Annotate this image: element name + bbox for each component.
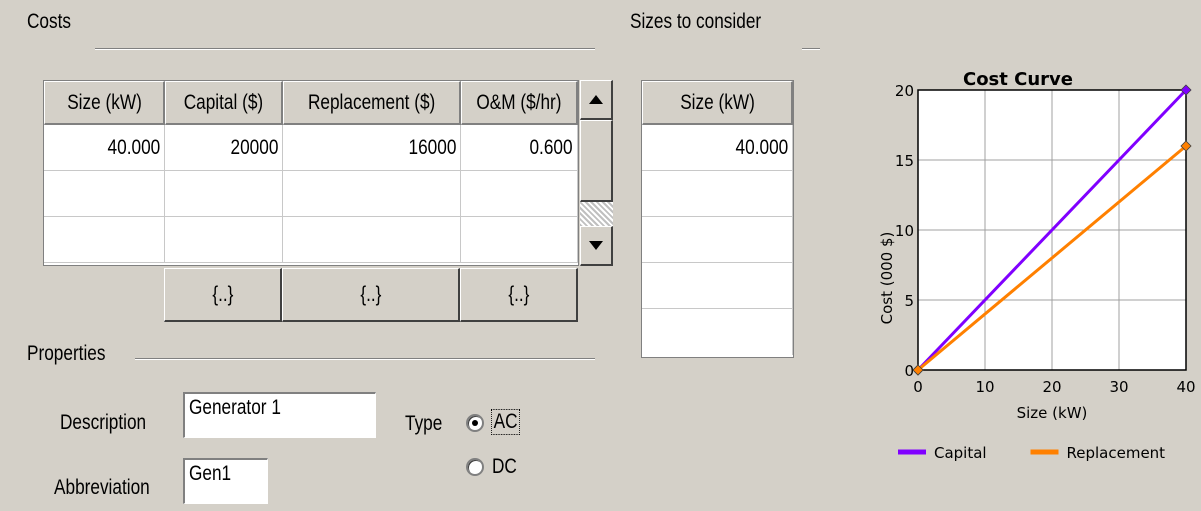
table-cell[interactable]: 0.600 xyxy=(461,125,578,171)
om-lookup-button[interactable]: {..} xyxy=(460,268,578,322)
y-tick-label: 20 xyxy=(895,82,914,100)
capital-lookup-button[interactable]: {..} xyxy=(164,268,282,322)
properties-section-title: Properties xyxy=(27,342,106,365)
table-cell[interactable]: 20000 xyxy=(165,125,283,171)
type-dc-label[interactable]: DC xyxy=(492,455,517,479)
table-cell[interactable] xyxy=(642,309,793,355)
costs-table[interactable]: Size (kW) Capital ($) Replacement ($) O&… xyxy=(43,80,579,266)
header-capital[interactable]: Capital ($) xyxy=(165,81,283,125)
table-cell[interactable]: 40.000 xyxy=(44,125,165,171)
sizes-table[interactable]: Size (kW) 40.000 xyxy=(641,80,794,358)
costs-divider xyxy=(95,48,595,50)
x-tick-label: 40 xyxy=(1176,378,1195,396)
replacement-lookup-button[interactable]: {..} xyxy=(282,268,460,322)
cost-curve-chart: Cost Curve 0 10 20 30 40 0 5 10 15 20 Cost (000 $… xyxy=(878,69,1196,462)
table-cell[interactable] xyxy=(44,171,165,217)
scroll-track[interactable] xyxy=(580,202,613,226)
table-cell[interactable] xyxy=(642,217,793,263)
generator-costs-panel: Costs Size (kW) Capital ($) Replacement … xyxy=(0,0,1201,511)
legend-label-replacement: Replacement xyxy=(1067,444,1166,462)
table-cell[interactable] xyxy=(44,217,165,263)
type-label: Type xyxy=(405,412,443,435)
scroll-up-button[interactable] xyxy=(580,80,613,120)
table-cell[interactable] xyxy=(283,171,461,217)
table-cell[interactable] xyxy=(165,171,283,217)
table-cell[interactable] xyxy=(642,263,793,309)
table-cell[interactable] xyxy=(461,171,578,217)
x-tick-label: 30 xyxy=(1109,378,1128,396)
sizes-divider xyxy=(802,48,820,50)
y-axis-label: Cost (000 $) xyxy=(878,232,896,325)
x-tick-label: 20 xyxy=(1042,378,1061,396)
chart-title: Cost Curve xyxy=(963,69,1073,90)
costs-scrollbar[interactable] xyxy=(580,80,613,266)
type-ac-radio[interactable] xyxy=(466,414,484,432)
sizes-header[interactable]: Size (kW) xyxy=(642,81,793,125)
arrow-up-icon xyxy=(589,95,603,104)
description-label: Description xyxy=(60,411,147,434)
y-tick-label: 0 xyxy=(904,362,914,380)
legend-label-capital: Capital xyxy=(934,444,987,462)
abbreviation-label: Abbreviation xyxy=(54,476,150,499)
header-replacement[interactable]: Replacement ($) xyxy=(283,81,461,125)
header-om[interactable]: O&M ($/hr) xyxy=(461,81,578,125)
abbreviation-field[interactable]: Gen1 xyxy=(183,458,268,504)
table-cell[interactable] xyxy=(642,171,793,217)
costs-section-title: Costs xyxy=(27,10,72,33)
arrow-down-icon xyxy=(589,241,603,250)
x-tick-label: 10 xyxy=(975,378,994,396)
type-dc-radio[interactable] xyxy=(466,458,484,476)
properties-divider xyxy=(135,358,595,360)
table-cell[interactable] xyxy=(283,217,461,263)
y-tick-label: 10 xyxy=(895,222,914,240)
table-cell[interactable]: 16000 xyxy=(283,125,461,171)
scroll-down-button[interactable] xyxy=(580,226,613,266)
sizes-section-title: Sizes to consider xyxy=(630,10,762,33)
description-field[interactable]: Generator 1 xyxy=(183,392,376,438)
chart-legend: Capital Replacement xyxy=(898,444,1165,462)
x-axis-label: Size (kW) xyxy=(1017,404,1088,422)
scroll-thumb[interactable] xyxy=(580,120,613,202)
table-cell[interactable] xyxy=(461,217,578,263)
x-tick-label: 0 xyxy=(913,378,923,396)
y-tick-label: 15 xyxy=(895,152,914,170)
table-cell[interactable] xyxy=(165,217,283,263)
header-size[interactable]: Size (kW) xyxy=(44,81,165,125)
y-tick-label: 5 xyxy=(904,292,914,310)
type-ac-label[interactable]: AC xyxy=(491,409,521,435)
table-cell[interactable]: 40.000 xyxy=(642,125,793,171)
